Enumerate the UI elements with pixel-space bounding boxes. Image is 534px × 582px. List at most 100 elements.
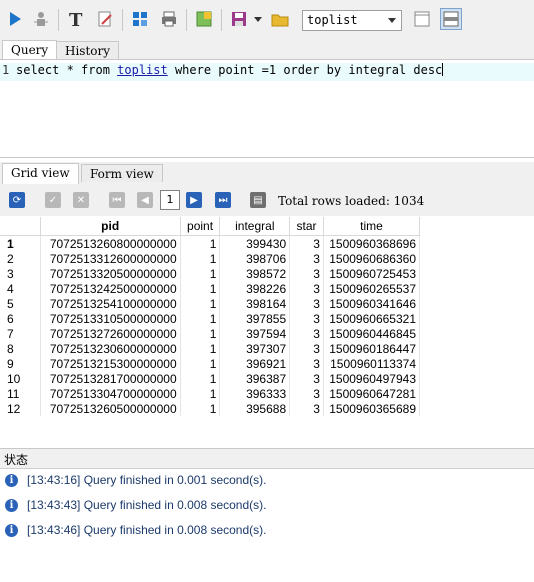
tab-grid-view[interactable]: Grid view [2,163,79,184]
cell-star[interactable]: 3 [289,296,324,311]
cell-point[interactable]: 1 [180,235,221,251]
table-row[interactable]: 9 7072513215300000000 1 396921 3 150096011337… [0,356,420,371]
cell-time[interactable]: 1500960365689 [323,401,420,416]
first-page-icon[interactable]: ⏮ [109,192,125,208]
database-select[interactable]: toplist [302,10,402,31]
cell-integral[interactable]: 396387 [219,371,291,386]
cell-time[interactable]: 1500960725453 [323,266,420,281]
cell-integral[interactable]: 398572 [219,266,291,281]
cell-point[interactable]: 1 [180,311,221,326]
table-row[interactable]: 4 7072513242500000000 1 398226 3 150096026553… [0,281,420,296]
tab-query[interactable]: Query [2,40,58,60]
cell-star[interactable]: 3 [289,401,324,416]
cell-star[interactable]: 3 [289,266,324,281]
cell-integral[interactable]: 396921 [219,356,291,371]
cell-pid[interactable]: 7072513230600000000 [40,341,181,356]
cell-point[interactable]: 1 [180,371,221,386]
cell-time[interactable]: 1500960265537 [323,281,420,296]
cell-point[interactable]: 1 [180,251,221,266]
table-row[interactable]: 3 7072513320500000000 1 398572 3 150096072545… [0,266,420,281]
table-row[interactable]: 2 7072513312600000000 1 398706 3 150096068636… [0,251,420,266]
export-icon[interactable] [193,8,215,30]
cell-time[interactable]: 1500960686360 [323,251,420,266]
cell-integral[interactable]: 398706 [219,251,291,266]
cell-integral[interactable]: 397307 [219,341,291,356]
cell-star[interactable]: 3 [289,386,324,401]
cell-star[interactable]: 3 [289,281,324,296]
column-header-star[interactable]: star [289,217,324,236]
table-row[interactable]: 1 7072513260800000000 1 399430 3 150096036869… [0,235,420,251]
table-row[interactable]: 11 7072513304700000000 1 396333 3 15009606472… [0,386,420,401]
result-grid[interactable]: pid point integral star time 1 70725132608000… [0,217,420,432]
column-header-time[interactable]: time [323,217,420,236]
cell-point[interactable]: 1 [180,281,221,296]
table-row[interactable]: 12 7072513260500000000 1 395688 3 15009603656… [0,401,420,416]
cell-time[interactable]: 1500960497943 [323,371,420,386]
print-icon[interactable] [158,8,180,30]
sql-editor[interactable]: 1 select * from toplist where point =1 o… [0,59,534,158]
cell-star[interactable]: 3 [289,311,324,326]
sql-text[interactable]: select * from toplist where point =1 ord… [16,63,444,77]
cell-star[interactable]: 3 [289,235,324,251]
cell-pid[interactable]: 7072513242500000000 [40,281,181,296]
save-dropdown-icon[interactable] [251,8,265,30]
table-row[interactable]: 5 7072513254100000000 1 398164 3 150096034164… [0,296,420,311]
debug-icon[interactable] [30,8,52,30]
cell-pid[interactable]: 7072513215300000000 [40,356,181,371]
column-header-pid[interactable]: pid [40,217,181,236]
cancel-icon[interactable]: ✕ [73,192,89,208]
cell-star[interactable]: 3 [289,371,324,386]
cell-star[interactable]: 3 [289,341,324,356]
column-header-integral[interactable]: integral [219,217,291,236]
cell-time[interactable]: 1500960113374 [323,356,420,371]
table-row[interactable]: 8 7072513230600000000 1 397307 3 150096018644… [0,341,420,356]
cell-pid[interactable]: 7072513254100000000 [40,296,181,311]
single-pane-view-icon[interactable] [411,8,433,30]
cell-time[interactable]: 1500960186447 [323,341,420,356]
cell-star[interactable]: 3 [289,251,324,266]
apply-icon[interactable]: ✓ [45,192,61,208]
cell-time[interactable]: 1500960341646 [323,296,420,311]
split-pane-view-icon[interactable] [440,8,462,30]
cell-point[interactable]: 1 [180,296,221,311]
column-header-point[interactable]: point [180,217,221,236]
settings-icon[interactable] [129,8,151,30]
text-format-icon[interactable]: T [65,8,87,30]
sql-table-link[interactable]: toplist [117,63,168,77]
cell-pid[interactable]: 7072513304700000000 [40,386,181,401]
run-icon[interactable] [4,8,26,30]
cell-star[interactable]: 3 [289,326,324,341]
tab-form-view[interactable]: Form view [81,164,163,182]
last-page-icon[interactable]: ⏭ [215,192,231,208]
cell-point[interactable]: 1 [180,341,221,356]
print-grid-icon[interactable]: ▤ [250,192,266,208]
open-folder-icon[interactable] [269,8,291,30]
cell-point[interactable]: 1 [180,326,221,341]
cell-time[interactable]: 1500960665321 [323,311,420,326]
tab-history[interactable]: History [56,41,120,59]
cell-point[interactable]: 1 [180,356,221,371]
save-icon[interactable] [228,8,250,30]
cell-integral[interactable]: 396333 [219,386,291,401]
cell-pid[interactable]: 7072513260800000000 [40,235,181,251]
cell-point[interactable]: 1 [180,401,221,416]
cell-pid[interactable]: 7072513310500000000 [40,311,181,326]
page-number-input[interactable]: 1 [160,190,180,210]
cell-integral[interactable]: 399430 [219,235,291,251]
table-row[interactable]: 10 7072513281700000000 1 396387 3 15009604979… [0,371,420,386]
cell-integral[interactable]: 397594 [219,326,291,341]
cell-time[interactable]: 1500960368696 [323,235,420,251]
table-row[interactable]: 7 7072513272600000000 1 397594 3 150096044684… [0,326,420,341]
cell-integral[interactable]: 398164 [219,296,291,311]
cell-pid[interactable]: 7072513320500000000 [40,266,181,281]
cell-integral[interactable]: 398226 [219,281,291,296]
refresh-icon[interactable]: ⟳ [9,192,25,208]
edit-icon[interactable] [94,8,116,30]
cell-time[interactable]: 1500960446845 [323,326,420,341]
next-page-icon[interactable]: ▶ [186,192,202,208]
cell-time[interactable]: 1500960647281 [323,386,420,401]
table-row[interactable]: 6 7072513310500000000 1 397855 3 150096066532… [0,311,420,326]
cell-star[interactable]: 3 [289,356,324,371]
cell-pid[interactable]: 7072513260500000000 [40,401,181,416]
cell-integral[interactable]: 395688 [219,401,291,416]
